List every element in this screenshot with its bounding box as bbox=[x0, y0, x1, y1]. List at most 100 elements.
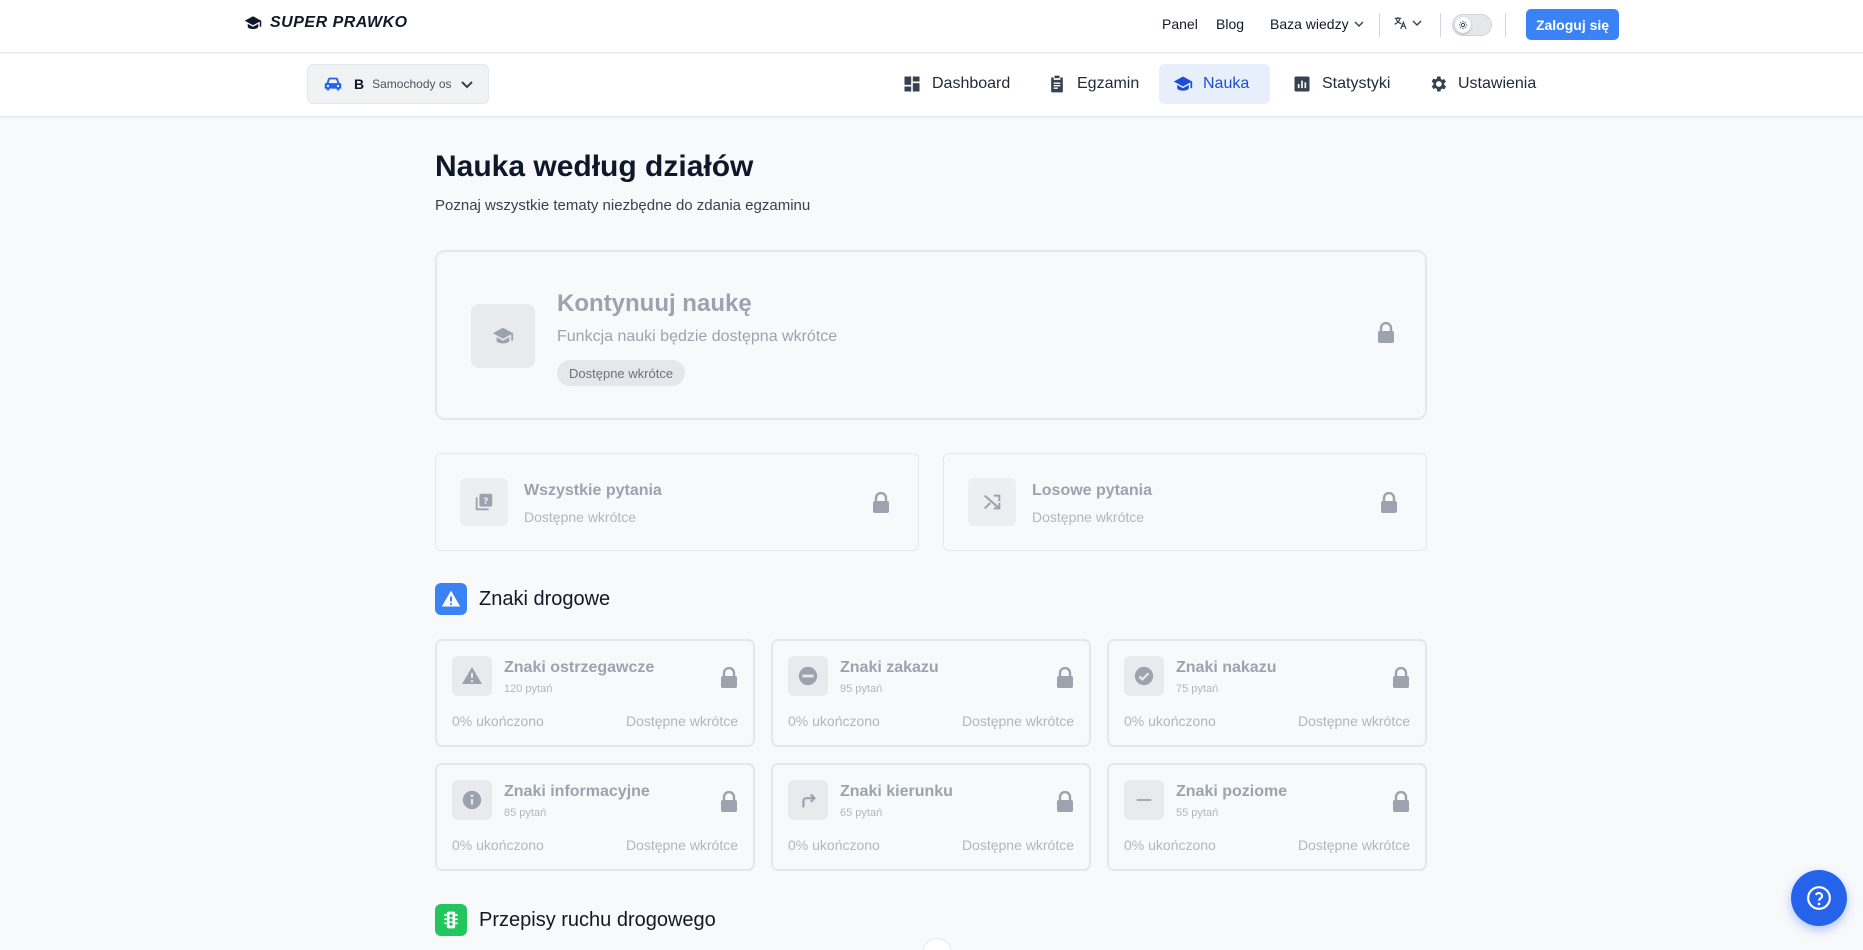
shuffle-icon bbox=[968, 478, 1016, 526]
horizontal-line-icon bbox=[1124, 780, 1164, 820]
category-name: Samochody os bbox=[372, 77, 452, 91]
check-circle-icon bbox=[1124, 656, 1164, 696]
topic-question-count: 85 pytań bbox=[504, 807, 547, 819]
info-icon bbox=[452, 780, 492, 820]
dashboard-icon bbox=[904, 76, 920, 92]
chart-icon bbox=[1294, 76, 1310, 92]
page-title: Nauka według działów bbox=[435, 150, 754, 183]
graduation-cap-icon bbox=[471, 304, 535, 368]
page-subtitle: Poznaj wszystkie tematy niezbędne do zda… bbox=[435, 197, 811, 214]
topic-status: Dostępne wkrótce bbox=[625, 713, 738, 729]
warning-icon bbox=[452, 656, 492, 696]
divider bbox=[1440, 13, 1441, 37]
tab-statistics[interactable]: Statystyki bbox=[1278, 64, 1404, 104]
no-entry-icon bbox=[788, 656, 828, 696]
topic-card-direction-signs: Znaki kierunku 65 pytań 0% ukończono Dos… bbox=[771, 763, 1091, 871]
topic-progress: 0% ukończono bbox=[1124, 837, 1216, 853]
topic-question-count: 65 pytań bbox=[840, 807, 883, 819]
lock-icon bbox=[1057, 791, 1073, 812]
lock-icon bbox=[1393, 791, 1409, 812]
tab-exam-label: Egzamin bbox=[1077, 75, 1140, 92]
clipboard-icon bbox=[1051, 75, 1063, 93]
topic-card-warning-signs: Znaki ostrzegawcze 120 pytań 0% ukończon… bbox=[435, 639, 755, 747]
topic-card-prohibition-signs: Znaki zakazu 95 pytań 0% ukończono Dostę… bbox=[771, 639, 1091, 747]
category-letter: B bbox=[354, 76, 365, 92]
topic-progress: 0% ukończono bbox=[1124, 713, 1216, 729]
section-title: Przepisy ruchu drogowego bbox=[479, 908, 716, 931]
all-questions-title: Wszystkie pytania bbox=[524, 482, 662, 499]
topic-status: Dostępne wkrótce bbox=[1297, 837, 1410, 853]
topic-status: Dostępne wkrótce bbox=[625, 837, 738, 853]
chevron-down-icon bbox=[461, 81, 473, 89]
tab-exam[interactable]: Egzamin bbox=[1033, 64, 1153, 104]
lock-icon bbox=[1393, 667, 1409, 688]
theme-toggle[interactable] bbox=[1452, 14, 1492, 36]
gear-icon bbox=[1431, 76, 1446, 92]
svg-text:?: ? bbox=[483, 496, 488, 507]
all-questions-card: ? Wszystkie pytania Dostępne wkrótce bbox=[435, 453, 919, 551]
coming-soon-badge: Dostępne wkrótce bbox=[557, 360, 686, 386]
nav-link-knowledge-base[interactable]: Baza wiedzy bbox=[1270, 16, 1364, 32]
section-header-traffic-rules: Przepisy ruchu drogowego bbox=[435, 904, 716, 936]
nav-link-panel[interactable]: Panel bbox=[1162, 16, 1198, 32]
warning-triangle-icon bbox=[435, 583, 467, 615]
topic-progress: 0% ukończono bbox=[452, 713, 544, 729]
category-selector[interactable]: B Samochody os bbox=[307, 64, 489, 104]
topic-progress: 0% ukończono bbox=[788, 837, 880, 853]
topic-title: Znaki zakazu bbox=[840, 659, 939, 676]
sub-navigation: B Samochody os Dashboard Egzamin Nauka S… bbox=[0, 54, 1863, 117]
help-button[interactable] bbox=[1791, 870, 1847, 926]
tab-settings[interactable]: Ustawienia bbox=[1414, 64, 1550, 104]
translate-icon bbox=[1394, 17, 1407, 30]
topic-question-count: 95 pytań bbox=[840, 683, 883, 695]
topic-status: Dostępne wkrótce bbox=[961, 713, 1074, 729]
topic-status: Dostępne wkrótce bbox=[1297, 713, 1410, 729]
random-questions-subtitle: Dostępne wkrótce bbox=[1032, 509, 1145, 525]
brand-name: SUPER PRAWKO bbox=[270, 14, 408, 31]
topic-question-count: 75 pytań bbox=[1176, 683, 1219, 695]
topic-question-count: 55 pytań bbox=[1176, 807, 1219, 819]
topic-title: Znaki ostrzegawcze bbox=[504, 659, 655, 676]
section-title: Znaki drogowe bbox=[479, 587, 611, 610]
topic-title: Znaki kierunku bbox=[840, 783, 953, 800]
continue-learning-card: Kontynuuj naukę Funkcja nauki będzie dos… bbox=[435, 250, 1427, 420]
scroll-up-button[interactable] bbox=[922, 938, 952, 950]
chevron-down-icon bbox=[1354, 21, 1364, 27]
section-header-road-signs: Znaki drogowe bbox=[435, 583, 610, 615]
turn-right-icon bbox=[788, 780, 828, 820]
traffic-light-icon bbox=[435, 904, 467, 936]
topic-question-count: 120 pytań bbox=[504, 683, 553, 695]
lock-icon bbox=[721, 667, 737, 688]
topic-title: Znaki informacyjne bbox=[504, 783, 650, 800]
all-questions-subtitle: Dostępne wkrótce bbox=[524, 509, 637, 525]
tab-statistics-label: Statystyki bbox=[1322, 75, 1391, 92]
continue-learning-subtitle: Funkcja nauki będzie dostępna wkrótce bbox=[557, 328, 838, 345]
logo[interactable]: SUPER PRAWKO bbox=[244, 14, 408, 32]
knowledge-base-label: Baza wiedzy bbox=[1270, 16, 1349, 32]
topic-card-horizontal-signs: Znaki poziome 55 pytań 0% ukończono Dost… bbox=[1107, 763, 1427, 871]
graduation-cap-logo-icon bbox=[244, 16, 262, 29]
graduation-cap-icon bbox=[1173, 76, 1193, 91]
tab-settings-label: Ustawienia bbox=[1458, 75, 1537, 92]
random-questions-card: Losowe pytania Dostępne wkrótce bbox=[943, 453, 1427, 551]
login-button[interactable]: Zaloguj się bbox=[1526, 9, 1619, 40]
lock-icon bbox=[873, 492, 889, 513]
chevron-down-icon bbox=[1412, 20, 1422, 26]
tab-learning[interactable]: Nauka bbox=[1159, 64, 1270, 104]
random-questions-title: Losowe pytania bbox=[1032, 482, 1153, 499]
car-icon bbox=[324, 77, 342, 91]
divider bbox=[1505, 13, 1506, 37]
tab-dashboard[interactable]: Dashboard bbox=[888, 64, 1024, 104]
language-switcher[interactable] bbox=[1392, 15, 1422, 31]
topic-card-information-signs: Znaki informacyjne 85 pytań 0% ukończono… bbox=[435, 763, 755, 871]
lock-icon bbox=[1057, 667, 1073, 688]
topic-progress: 0% ukończono bbox=[788, 713, 880, 729]
sun-icon bbox=[1455, 17, 1471, 33]
topic-title: Znaki poziome bbox=[1176, 783, 1288, 800]
nav-link-blog[interactable]: Blog bbox=[1216, 16, 1244, 32]
question-book-icon: ? bbox=[460, 478, 508, 526]
topic-title: Znaki nakazu bbox=[1176, 659, 1277, 676]
tab-dashboard-label: Dashboard bbox=[932, 75, 1011, 92]
tab-learning-label: Nauka bbox=[1203, 75, 1250, 92]
topic-card-mandatory-signs: Znaki nakazu 75 pytań 0% ukończono Dostę… bbox=[1107, 639, 1427, 747]
